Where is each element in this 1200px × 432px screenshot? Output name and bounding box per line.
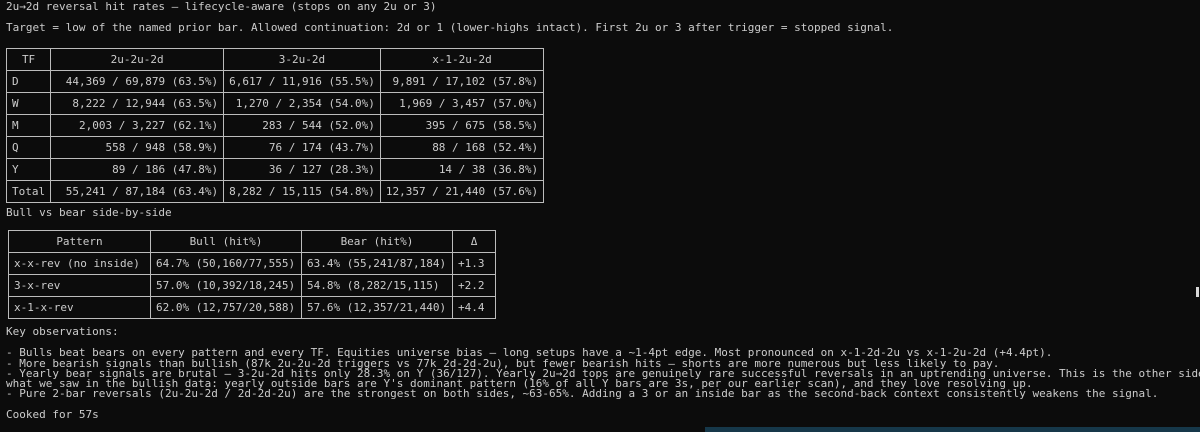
bear-cell: 57.6% (12,357/21,440): [301, 296, 453, 319]
observation-line: - Pure 2-bar reversals (2u-2u-2d / 2d-2d…: [6, 387, 1159, 400]
value-cell: 2,003 / 3,227 (62.1%): [50, 114, 225, 137]
tf-cell: Total: [5, 180, 52, 203]
table-row-total: Total 55,241 / 87,184 (63.4%) 8,282 / 15…: [5, 180, 545, 203]
timeframe-hit-rate-table: TF 2u-2u-2d 3-2u-2d x-1-2u-2d D 44,369 /…: [5, 48, 545, 203]
column-header-delta: Δ: [452, 230, 496, 253]
table-row: x-x-rev (no inside) 64.7% (50,160/77,555…: [8, 252, 496, 275]
tf-cell: W: [5, 92, 52, 115]
delta-cell: +4.4: [452, 296, 496, 319]
table-row: M 2,003 / 3,227 (62.1%) 283 / 544 (52.0%…: [5, 114, 545, 137]
section-heading: Bull vs bear side-by-side: [6, 206, 172, 219]
target-note: Target = low of the named prior bar. All…: [6, 21, 894, 34]
bull-bear-comparison-table: Pattern Bull (hit%) Bear (hit%) Δ x-x-re…: [8, 230, 496, 319]
bear-cell: 54.8% (8,282/15,115): [301, 274, 453, 297]
pattern-cell: x-x-rev (no inside): [8, 252, 151, 275]
value-cell: 88 / 168 (52.4%): [379, 136, 545, 159]
observations-heading: Key observations:: [6, 325, 119, 338]
value-cell: 55,241 / 87,184 (63.4%): [50, 180, 225, 203]
value-cell: 6,617 / 11,916 (55.5%): [223, 70, 381, 93]
table-row: Y 89 / 186 (47.8%) 36 / 127 (28.3%) 14 /…: [5, 158, 545, 181]
delta-cell: +1.3: [452, 252, 496, 275]
value-cell: 44,369 / 69,879 (63.5%): [50, 70, 225, 93]
bull-cell: 62.0% (12,757/20,588): [150, 296, 302, 319]
value-cell: 36 / 127 (28.3%): [223, 158, 381, 181]
value-cell: 89 / 186 (47.8%): [50, 158, 225, 181]
bull-cell: 64.7% (50,160/77,555): [150, 252, 302, 275]
column-header-x-1-2u-2d: x-1-2u-2d: [379, 48, 545, 71]
tf-cell: D: [5, 70, 52, 93]
column-header-tf: TF: [5, 48, 52, 71]
value-cell: 1,969 / 3,457 (57.0%): [379, 92, 545, 115]
column-header-pattern: Pattern: [8, 230, 151, 253]
table-row: 3-x-rev 57.0% (10,392/18,245) 54.8% (8,2…: [8, 274, 496, 297]
value-cell: 12,357 / 21,440 (57.6%): [379, 180, 545, 203]
value-cell: 76 / 174 (43.7%): [223, 136, 381, 159]
table-row: x-1-x-rev 62.0% (12,757/20,588) 57.6% (1…: [8, 296, 496, 319]
tf-cell: Y: [5, 158, 52, 181]
input-bar-edge: [705, 427, 1200, 432]
value-cell: 8,282 / 15,115 (54.8%): [223, 180, 381, 203]
table-row: D 44,369 / 69,879 (63.5%) 6,617 / 11,916…: [5, 70, 545, 93]
tf-cell: M: [5, 114, 52, 137]
value-cell: 14 / 38 (36.8%): [379, 158, 545, 181]
pattern-cell: x-1-x-rev: [8, 296, 151, 319]
column-header-3-2u-2d: 3-2u-2d: [223, 48, 381, 71]
table-header-row: Pattern Bull (hit%) Bear (hit%) Δ: [8, 230, 496, 253]
bull-cell: 57.0% (10,392/18,245): [150, 274, 302, 297]
status-text: Cooked for 57s: [6, 408, 99, 421]
value-cell: 9,891 / 17,102 (57.8%): [379, 70, 545, 93]
column-header-2u-2u-2d: 2u-2u-2d: [50, 48, 225, 71]
table-header-row: TF 2u-2u-2d 3-2u-2d x-1-2u-2d: [5, 48, 545, 71]
scrollbar-thumb[interactable]: [1196, 287, 1199, 297]
value-cell: 1,270 / 2,354 (54.0%): [223, 92, 381, 115]
page-title: 2u→2d reversal hit rates — lifecycle-awa…: [6, 0, 437, 13]
value-cell: 558 / 948 (58.9%): [50, 136, 225, 159]
table-row: W 8,222 / 12,944 (63.5%) 1,270 / 2,354 (…: [5, 92, 545, 115]
delta-cell: +2.2: [452, 274, 496, 297]
bear-cell: 63.4% (55,241/87,184): [301, 252, 453, 275]
column-header-bear: Bear (hit%): [301, 230, 453, 253]
value-cell: 283 / 544 (52.0%): [223, 114, 381, 137]
tf-cell: Q: [5, 136, 52, 159]
table-row: Q 558 / 948 (58.9%) 76 / 174 (43.7%) 88 …: [5, 136, 545, 159]
value-cell: 395 / 675 (58.5%): [379, 114, 545, 137]
value-cell: 8,222 / 12,944 (63.5%): [50, 92, 225, 115]
pattern-cell: 3-x-rev: [8, 274, 151, 297]
column-header-bull: Bull (hit%): [150, 230, 302, 253]
